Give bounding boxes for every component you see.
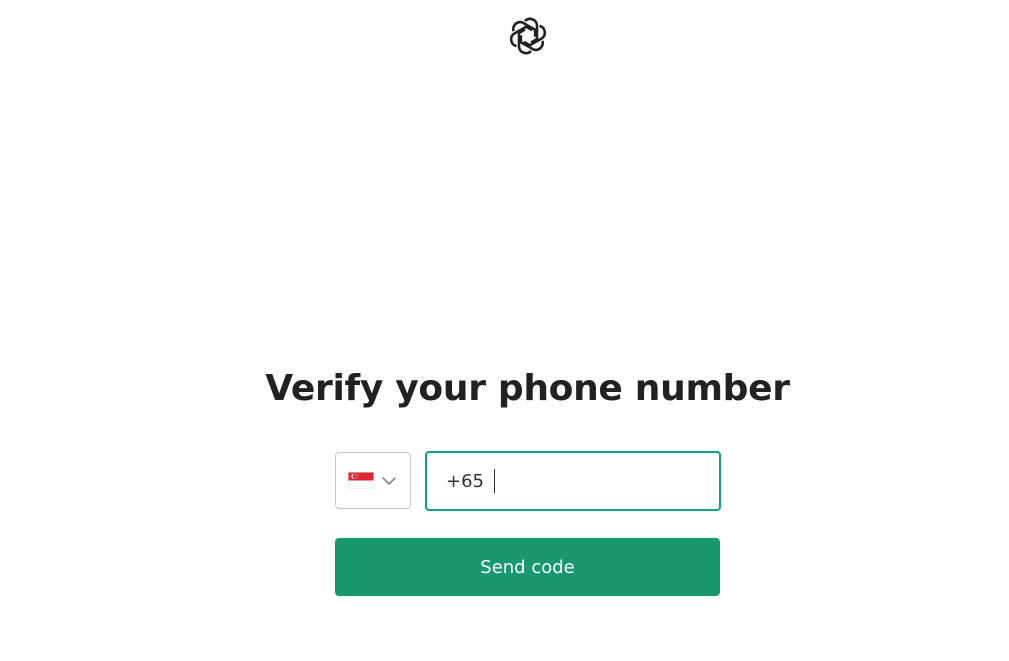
country-code-select[interactable]	[335, 452, 411, 509]
phone-number-field[interactable]	[425, 451, 721, 511]
send-code-button[interactable]: Send code	[335, 538, 720, 596]
openai-logo-icon	[509, 17, 547, 55]
page-title: Verify your phone number	[265, 368, 790, 409]
singapore-flag-icon	[348, 472, 374, 489]
phone-number-input[interactable]	[446, 470, 506, 492]
text-caret	[494, 469, 495, 493]
verify-phone-page: Verify your phone number Send code	[0, 0, 1009, 661]
chevron-down-icon	[382, 476, 396, 485]
